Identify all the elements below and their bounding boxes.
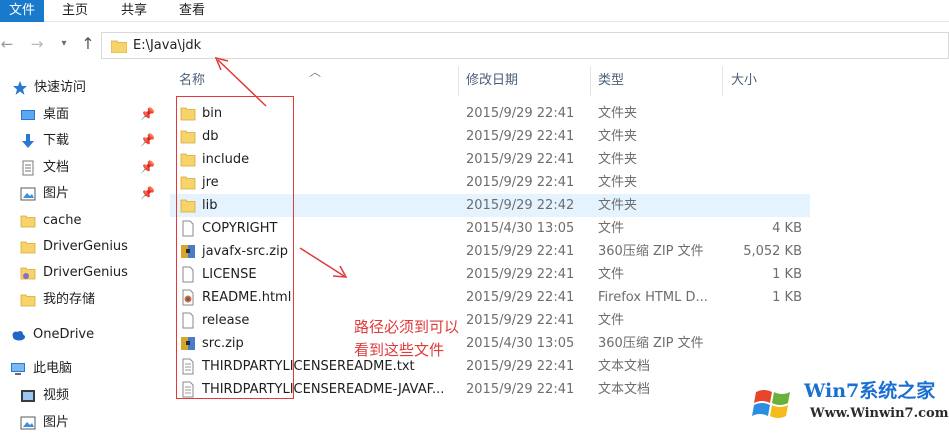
sidebar-item-this-pc[interactable]: 此电脑 (0, 357, 168, 381)
pin-icon[interactable]: 📌 (140, 160, 155, 174)
file-type: 文件夹 (598, 106, 638, 121)
file-type: 文本文档 (598, 382, 651, 397)
sidebar-item-quick-access[interactable]: 快速访问 (0, 76, 168, 100)
file-type: 文件夹 (598, 152, 638, 167)
sidebar-item-documents[interactable]: 文档 📌 (0, 156, 168, 180)
pin-icon[interactable]: 📌 (140, 107, 155, 121)
folder-icon (20, 215, 36, 228)
pictures-icon (20, 187, 36, 201)
tab-share[interactable]: 共享 (119, 0, 149, 22)
sidebar-item-label: 桌面 (43, 107, 70, 122)
file-type: 360压缩 ZIP 文件 (598, 336, 704, 351)
file-date: 2015/9/29 22:41 (466, 152, 575, 167)
download-icon (22, 134, 34, 148)
video-icon (21, 390, 35, 402)
column-header-type[interactable]: 类型 (598, 66, 718, 96)
file-type: 文本文档 (598, 359, 651, 374)
navigation-bar: ← → ▾ ↑ E:\Java\jdk (0, 28, 949, 62)
file-date: 2015/9/29 22:41 (466, 267, 575, 282)
sidebar-item-label: DriverGenius (43, 239, 128, 254)
file-type: 文件 (598, 221, 625, 236)
column-divider[interactable] (590, 66, 591, 96)
watermark-url: Www.Winwin7.com (810, 406, 949, 421)
back-arrow-icon[interactable]: ← (0, 34, 14, 54)
annotation-highlight-box (176, 96, 294, 399)
desktop-icon (21, 110, 35, 120)
folder-icon (20, 294, 36, 307)
up-arrow-icon[interactable]: ↑ (79, 34, 97, 54)
file-date: 2015/4/30 13:05 (466, 221, 575, 236)
folder-icon (20, 241, 36, 254)
file-type: 文件 (598, 313, 625, 328)
column-header-date[interactable]: 修改日期 (466, 66, 586, 96)
file-size: 1 KB (772, 290, 802, 305)
sidebar-item-label: 我的存储 (43, 292, 96, 307)
annotation-note-line: 看到这些文件 (354, 341, 445, 359)
file-size: 4 KB (772, 221, 802, 236)
recent-locations-chevron-icon[interactable]: ▾ (58, 34, 70, 54)
windows-logo-icon (752, 390, 790, 418)
column-divider[interactable] (722, 66, 723, 96)
sidebar-item-drivergenius[interactable]: DriverGenius (0, 235, 168, 259)
file-size: 1 KB (772, 267, 802, 282)
computer-icon (11, 363, 25, 375)
sidebar-item-label: 文档 (43, 160, 70, 175)
cloud-icon (12, 331, 25, 341)
file-date: 2015/9/29 22:41 (466, 129, 575, 144)
file-type: Firefox HTML D... (598, 290, 708, 305)
forward-arrow-icon[interactable]: → (30, 34, 44, 54)
sidebar-item-label: 图片 (43, 415, 70, 430)
file-date: 2015/9/29 22:41 (466, 175, 575, 190)
watermark: Win7系统之家 Www.Winwin7.com (752, 368, 948, 430)
column-header-name[interactable]: 名称 (179, 66, 449, 96)
tab-file[interactable]: 文件 (0, 0, 44, 22)
sidebar-item-label: 视频 (43, 388, 70, 403)
file-type: 文件夹 (598, 175, 638, 190)
sidebar-item-downloads[interactable]: 下载 📌 (0, 129, 168, 153)
sidebar-item-onedrive[interactable]: OneDrive (0, 323, 168, 347)
tab-view[interactable]: 查看 (177, 0, 207, 22)
address-path[interactable]: E:\Java\jdk (133, 33, 201, 58)
file-type: 文件 (598, 267, 625, 282)
navigation-pane: 快速访问 桌面 📌 下载 📌 文档 📌 图片 📌 cache DriverGen… (0, 72, 168, 433)
tab-home[interactable]: 主页 (60, 0, 90, 22)
file-size: 5,052 KB (743, 244, 802, 259)
sidebar-item-pictures[interactable]: 图片 📌 (0, 182, 168, 206)
folder-icon (111, 40, 127, 53)
watermark-title: Win7系统之家 (804, 380, 936, 402)
file-date: 2015/9/29 22:41 (466, 290, 575, 305)
annotation-note-line: 路径必须到可以 (354, 318, 460, 336)
sidebar-item-label: DriverGenius (43, 265, 128, 280)
column-header-size[interactable]: 大小 (731, 66, 801, 96)
sidebar-item-label: 图片 (43, 186, 70, 201)
file-type: 文件夹 (598, 129, 638, 144)
pin-icon[interactable]: 📌 (140, 133, 155, 147)
annotation-note: 路径必须到可以 看到这些文件 (354, 316, 484, 362)
sidebar-item-label: OneDrive (33, 327, 95, 342)
address-bar[interactable]: E:\Java\jdk (101, 32, 949, 59)
sidebar-item-my-storage[interactable]: 我的存储 (0, 288, 168, 312)
sidebar-item-label: 快速访问 (34, 80, 87, 95)
file-date: 2015/9/29 22:41 (466, 244, 575, 259)
column-divider[interactable] (458, 66, 459, 96)
app-folder-icon (20, 267, 36, 280)
sidebar-item-desktop[interactable]: 桌面 📌 (0, 103, 168, 127)
sidebar-item-label: cache (43, 213, 82, 228)
star-icon (13, 81, 27, 95)
file-date: 2015/9/29 22:42 (466, 198, 575, 213)
sidebar-item-pc-pictures[interactable]: 图片 (0, 411, 168, 433)
pictures-icon (20, 416, 36, 430)
documents-icon (22, 160, 34, 176)
file-type: 文件夹 (598, 198, 638, 213)
sidebar-item-label: 此电脑 (33, 361, 73, 376)
sidebar-item-drivergenius-app[interactable]: DriverGenius (0, 261, 168, 285)
pin-icon[interactable]: 📌 (140, 186, 155, 200)
file-date: 2015/9/29 22:41 (466, 106, 575, 121)
sidebar-item-label: 下载 (43, 133, 70, 148)
ribbon-tab-bar: 文件 主页 共享 查看 (0, 0, 949, 22)
sidebar-item-videos[interactable]: 视频 (0, 384, 168, 408)
file-date: 2015/9/29 22:41 (466, 382, 575, 397)
sidebar-item-cache[interactable]: cache (0, 209, 168, 233)
file-type: 360压缩 ZIP 文件 (598, 244, 704, 259)
